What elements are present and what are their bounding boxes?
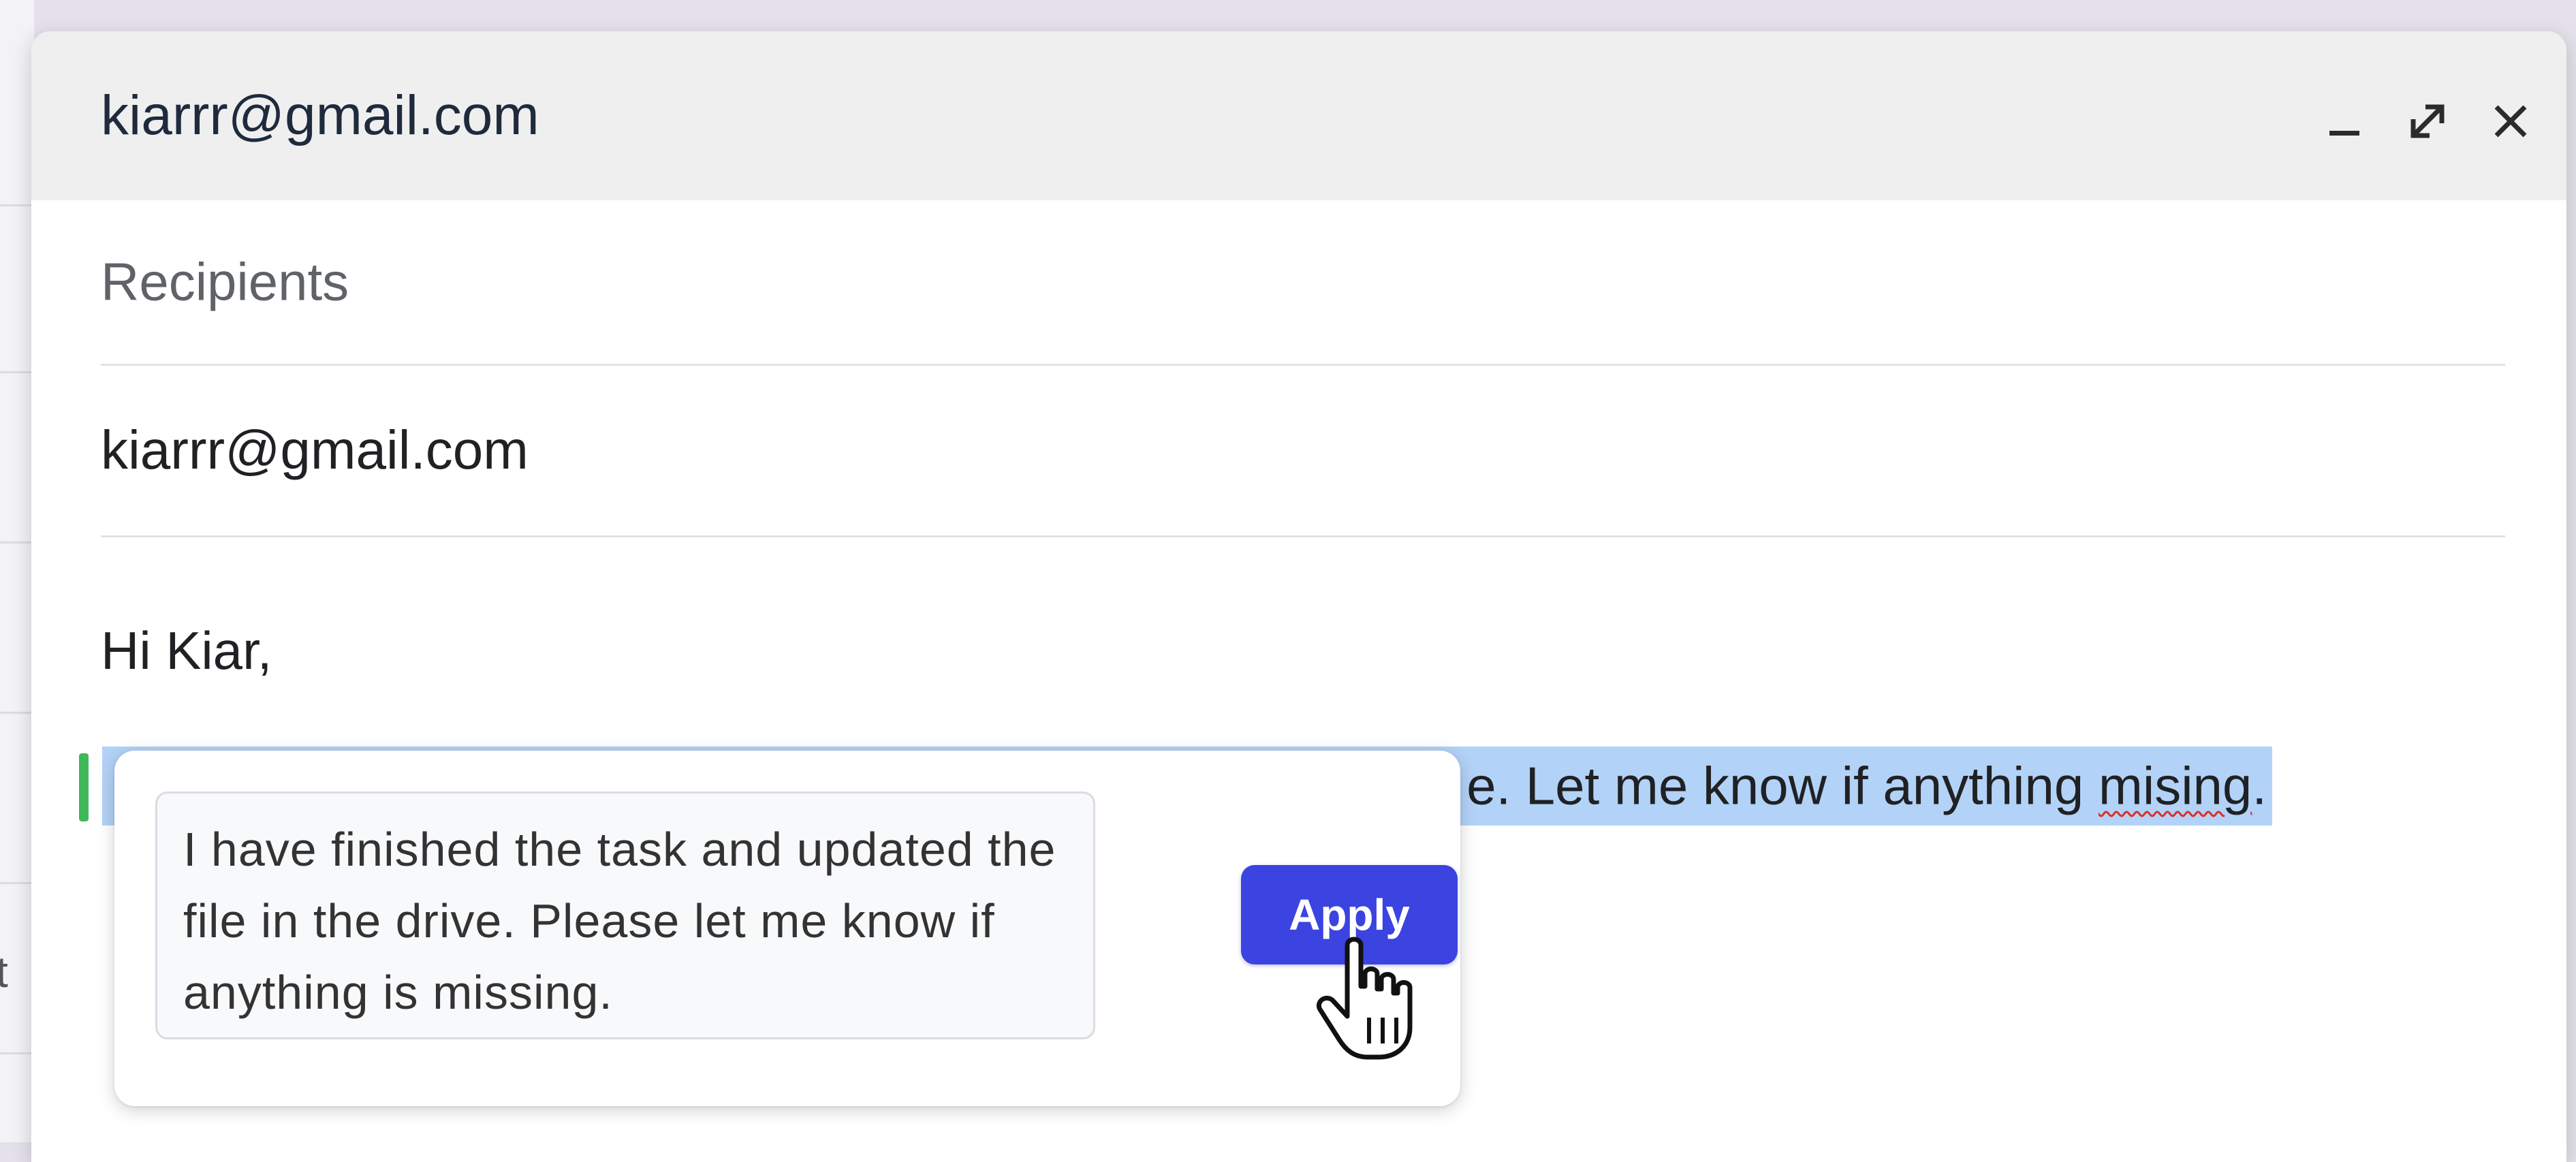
divider: [0, 541, 34, 544]
misspelled-word: mising: [2098, 755, 2252, 816]
divider: [0, 204, 34, 206]
minimize-button[interactable]: [2317, 94, 2372, 148]
close-button[interactable]: [2483, 94, 2538, 148]
minimize-icon: [2329, 131, 2359, 136]
selected-text: e. Let me know if anything mising.: [1466, 755, 2272, 817]
selected-text-end: .: [2252, 755, 2267, 816]
compose-title: kiarrr@gmail.com: [101, 84, 539, 146]
divider: [0, 1052, 34, 1054]
recipients-placeholder: Recipients: [101, 251, 349, 312]
recipients-field[interactable]: Recipients: [101, 200, 2505, 366]
expand-button[interactable]: [2400, 94, 2455, 148]
to-field[interactable]: kiarrr@gmail.com: [101, 365, 2505, 537]
email-greeting: Hi Kiar,: [101, 621, 272, 680]
divider: [0, 712, 34, 714]
grammar-marker: [79, 753, 89, 821]
rewrite-suggestion-popup: I have finished the task and updated the…: [114, 751, 1460, 1106]
hand-cursor-icon: [1317, 937, 1413, 1060]
compose-header[interactable]: kiarrr@gmail.com: [31, 31, 2566, 200]
compose-window: kiarrr@gmail.com Recipients kiarrr@gmail…: [31, 31, 2566, 1162]
expand-icon: [2410, 104, 2445, 138]
close-icon: [2494, 105, 2527, 138]
divider: [0, 371, 34, 373]
divider: [0, 882, 34, 884]
background-text-fragment: t: [0, 947, 8, 996]
selected-text-part: e. Let me know if anything: [1466, 755, 2099, 816]
background-strip: t: [0, 0, 34, 1142]
suggestion-text[interactable]: I have finished the task and updated the…: [155, 791, 1095, 1039]
to-value: kiarrr@gmail.com: [101, 420, 529, 480]
